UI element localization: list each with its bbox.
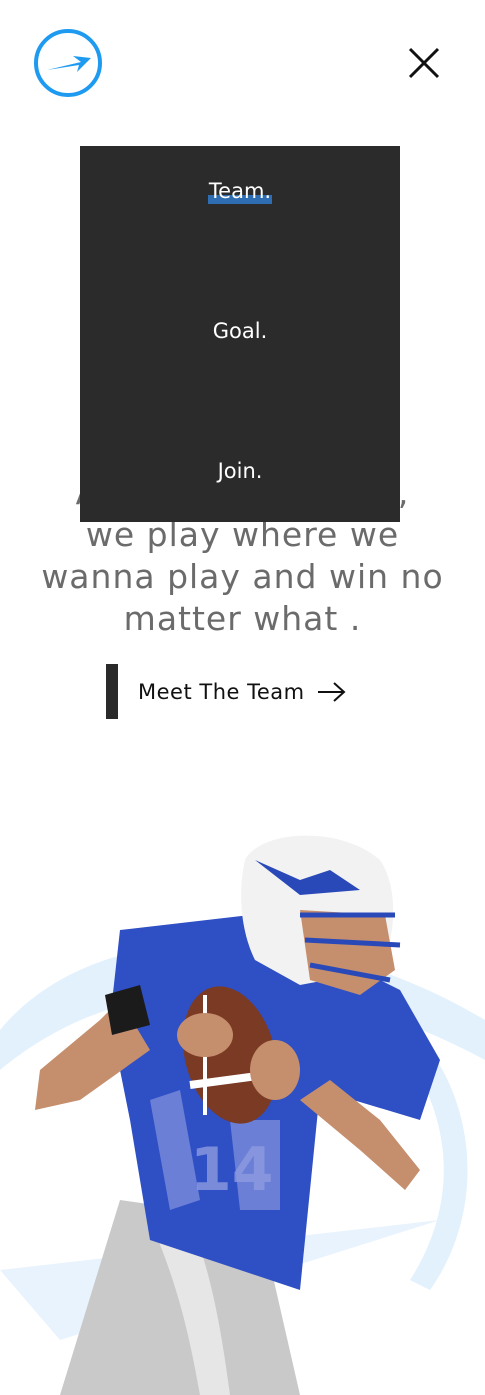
menu-item-label: Goal. bbox=[212, 319, 268, 343]
close-menu-button[interactable] bbox=[403, 42, 445, 84]
close-icon bbox=[408, 47, 440, 79]
meet-the-team-button[interactable]: Meet The Team bbox=[106, 664, 347, 719]
menu-item-join[interactable]: Join. bbox=[80, 459, 400, 483]
cta-accent-bar bbox=[106, 664, 118, 719]
svg-text:14: 14 bbox=[190, 1135, 274, 1205]
hero-text-body: we play where we wanna play and win no m… bbox=[41, 515, 444, 638]
menu-item-label: Join. bbox=[217, 459, 263, 483]
arrow-circle-logo-icon bbox=[34, 29, 102, 97]
menu-item-label: Team. bbox=[207, 178, 273, 204]
overlay-menu: Team. Goal. Join. bbox=[80, 146, 400, 522]
cta-label: Meet The Team bbox=[138, 679, 305, 704]
arrow-right-icon bbox=[317, 681, 346, 702]
football-player-photo: 14 bbox=[0, 835, 485, 1395]
menu-item-goal[interactable]: Goal. bbox=[80, 319, 400, 343]
site-logo[interactable] bbox=[33, 28, 103, 98]
menu-item-team[interactable]: Team. bbox=[80, 178, 400, 204]
